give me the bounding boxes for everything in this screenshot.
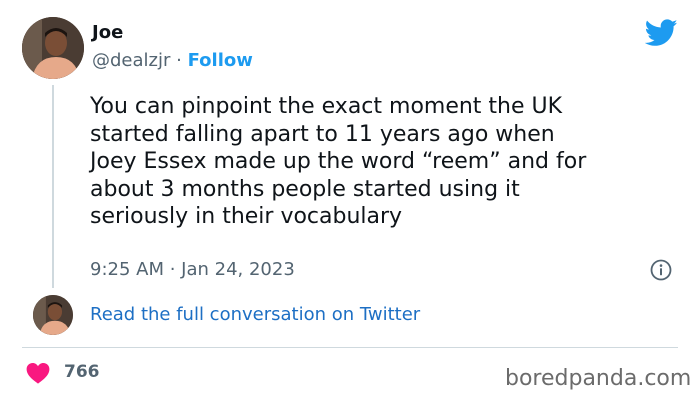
divider [22, 347, 678, 348]
like-count: 766 [64, 362, 100, 382]
read-conversation-link[interactable]: Read the full conversation on Twitter [90, 304, 420, 325]
author-avatar[interactable] [22, 17, 84, 79]
author-handle[interactable]: @dealzjr [92, 50, 170, 71]
conversation-avatar[interactable] [33, 295, 73, 335]
watermark: boredpanda.com [505, 366, 692, 391]
follow-button[interactable]: Follow [188, 50, 253, 71]
twitter-bird-icon[interactable] [645, 19, 678, 47]
tweet-timestamp[interactable]: 9:25 AM · Jan 24, 2023 [90, 259, 295, 280]
author-name[interactable]: Joe [92, 22, 123, 43]
tweet-text: You can pinpoint the exact moment the UK… [90, 94, 587, 229]
separator-dot: · [176, 50, 182, 71]
handle-row: @dealzjr · Follow [92, 50, 253, 71]
thread-line [52, 85, 54, 288]
heart-icon[interactable] [26, 362, 50, 384]
info-icon[interactable] [650, 259, 672, 281]
